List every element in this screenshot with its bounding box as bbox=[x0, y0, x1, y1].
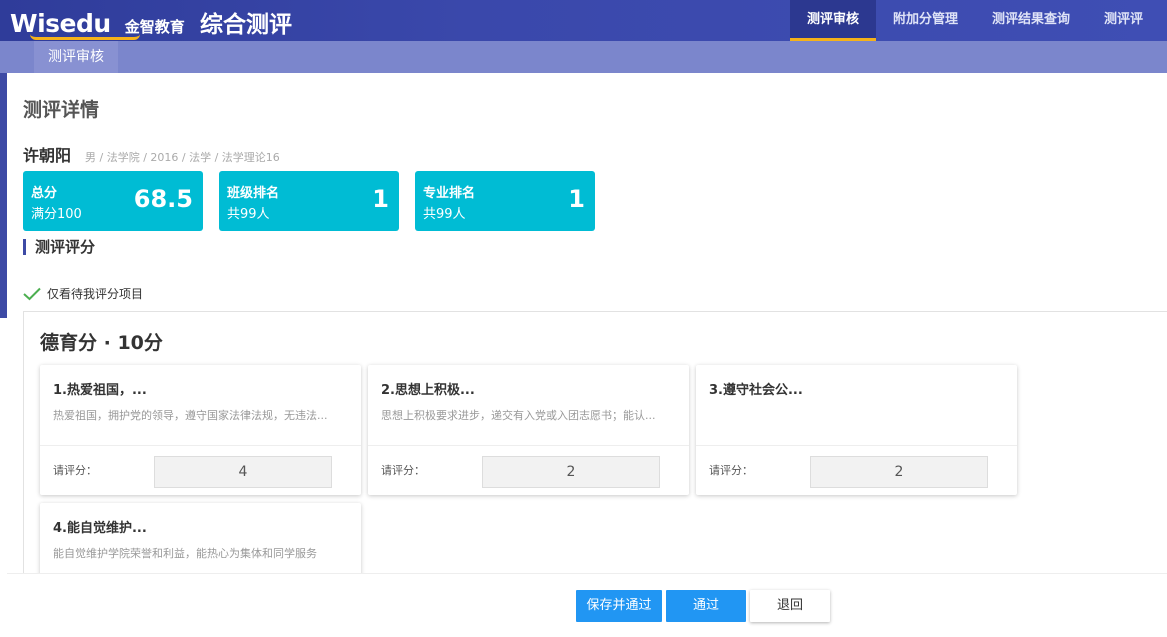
student-info: 许朝阳 男 / 法学院 / 2016 / 法学 / 法学理论16 bbox=[23, 142, 280, 166]
score-input[interactable]: 4 bbox=[154, 456, 332, 488]
score-input[interactable]: 2 bbox=[810, 456, 988, 488]
pass-button[interactable]: 通过 bbox=[666, 590, 746, 622]
filter-label: 仅看待我评分项目 bbox=[47, 287, 144, 301]
stat-value: 1 bbox=[372, 185, 389, 213]
divider bbox=[696, 445, 1017, 446]
check-icon[interactable] bbox=[23, 287, 41, 301]
score-input[interactable]: 2 bbox=[482, 456, 660, 488]
logo: Wisedu 金智教育 bbox=[10, 8, 185, 40]
nav-item-result-query[interactable]: 测评结果查询 bbox=[975, 0, 1087, 41]
breadcrumb[interactable]: 测评审核 bbox=[34, 41, 118, 73]
stat-card-total: 总分 满分100 68.5 bbox=[23, 171, 203, 231]
main-nav: 测评审核 附加分管理 测评结果查询 测评评 bbox=[790, 0, 1160, 41]
score-label: 请评分： bbox=[53, 464, 97, 477]
stat-card-major-rank: 专业排名 共99人 1 bbox=[415, 171, 595, 231]
stat-label: 专业排名 bbox=[423, 186, 476, 201]
score-label: 请评分： bbox=[709, 464, 753, 477]
stat-card-class-rank: 班级排名 共99人 1 bbox=[219, 171, 399, 231]
stat-sub: 共99人 bbox=[227, 207, 270, 222]
divider bbox=[40, 445, 361, 446]
score-item-card: 3.遵守社会公... 请评分： 2 bbox=[696, 365, 1017, 495]
item-title: 4.能自觉维护... bbox=[53, 521, 147, 536]
top-bar: Wisedu 金智教育 综合测评 测评审核 附加分管理 测评结果查询 测评评 bbox=[0, 0, 1167, 41]
student-name: 许朝阳 bbox=[23, 146, 72, 165]
stat-label: 班级排名 bbox=[227, 186, 280, 201]
divider bbox=[368, 445, 689, 446]
item-title: 1.热爱祖国，... bbox=[53, 383, 147, 398]
item-title: 3.遵守社会公... bbox=[709, 383, 803, 398]
app-title: 综合测评 bbox=[200, 12, 292, 38]
page-title: 测评详情 bbox=[23, 99, 100, 121]
content-area: 测评详情 许朝阳 男 / 法学院 / 2016 / 法学 / 法学理论16 总分… bbox=[7, 73, 1167, 637]
score-item-card: 1.热爱祖国，... 热爱祖国，拥护党的领导，遵守国家法律法规，无违法... 请… bbox=[40, 365, 361, 495]
score-item-card: 4.能自觉维护... 能自觉维护学院荣誉和利益，能热心为集体和同学服务 bbox=[40, 503, 361, 573]
stat-value: 68.5 bbox=[133, 185, 193, 213]
item-title: 2.思想上积极... bbox=[381, 383, 475, 398]
score-panel: 德育分 · 10分 1.热爱祖国，... 热爱祖国，拥护党的领导，遵守国家法律法… bbox=[23, 311, 1167, 573]
item-description: 热爱祖国，拥护党的领导，遵守国家法律法规，无违法... bbox=[53, 409, 328, 422]
reject-button[interactable]: 退回 bbox=[750, 590, 830, 622]
item-description: 思想上积极要求进步，递交有入党或入团志愿书；能认... bbox=[381, 409, 656, 422]
nav-item-review[interactable]: 测评审核 bbox=[790, 0, 877, 41]
stat-label: 总分 bbox=[31, 186, 58, 201]
panel-title: 德育分 · 10分 bbox=[40, 332, 163, 354]
nav-item-bonus-management[interactable]: 附加分管理 bbox=[876, 0, 975, 41]
stat-sub: 共99人 bbox=[423, 207, 466, 222]
stat-sub: 满分100 bbox=[31, 207, 82, 222]
save-and-pass-button[interactable]: 保存并通过 bbox=[576, 590, 662, 622]
action-bar: 保存并通过 通过 退回 bbox=[7, 573, 1167, 637]
logo-swoosh bbox=[30, 34, 140, 40]
score-item-card: 2.思想上积极... 思想上积极要求进步，递交有入党或入团志愿书；能认... 请… bbox=[368, 365, 689, 495]
sub-bar: 测评审核 bbox=[0, 41, 1167, 73]
filter-toggle[interactable]: 仅看待我评分项目 bbox=[23, 285, 143, 302]
student-meta: 男 / 法学院 / 2016 / 法学 / 法学理论16 bbox=[85, 151, 280, 164]
section-title: 测评评分 bbox=[23, 239, 95, 255]
left-strip-lower bbox=[0, 318, 7, 637]
score-label: 请评分： bbox=[381, 464, 425, 477]
nav-item-more[interactable]: 测评评 bbox=[1087, 0, 1160, 41]
stat-value: 1 bbox=[568, 185, 585, 213]
item-description: 能自觉维护学院荣誉和利益，能热心为集体和同学服务 bbox=[53, 547, 317, 560]
